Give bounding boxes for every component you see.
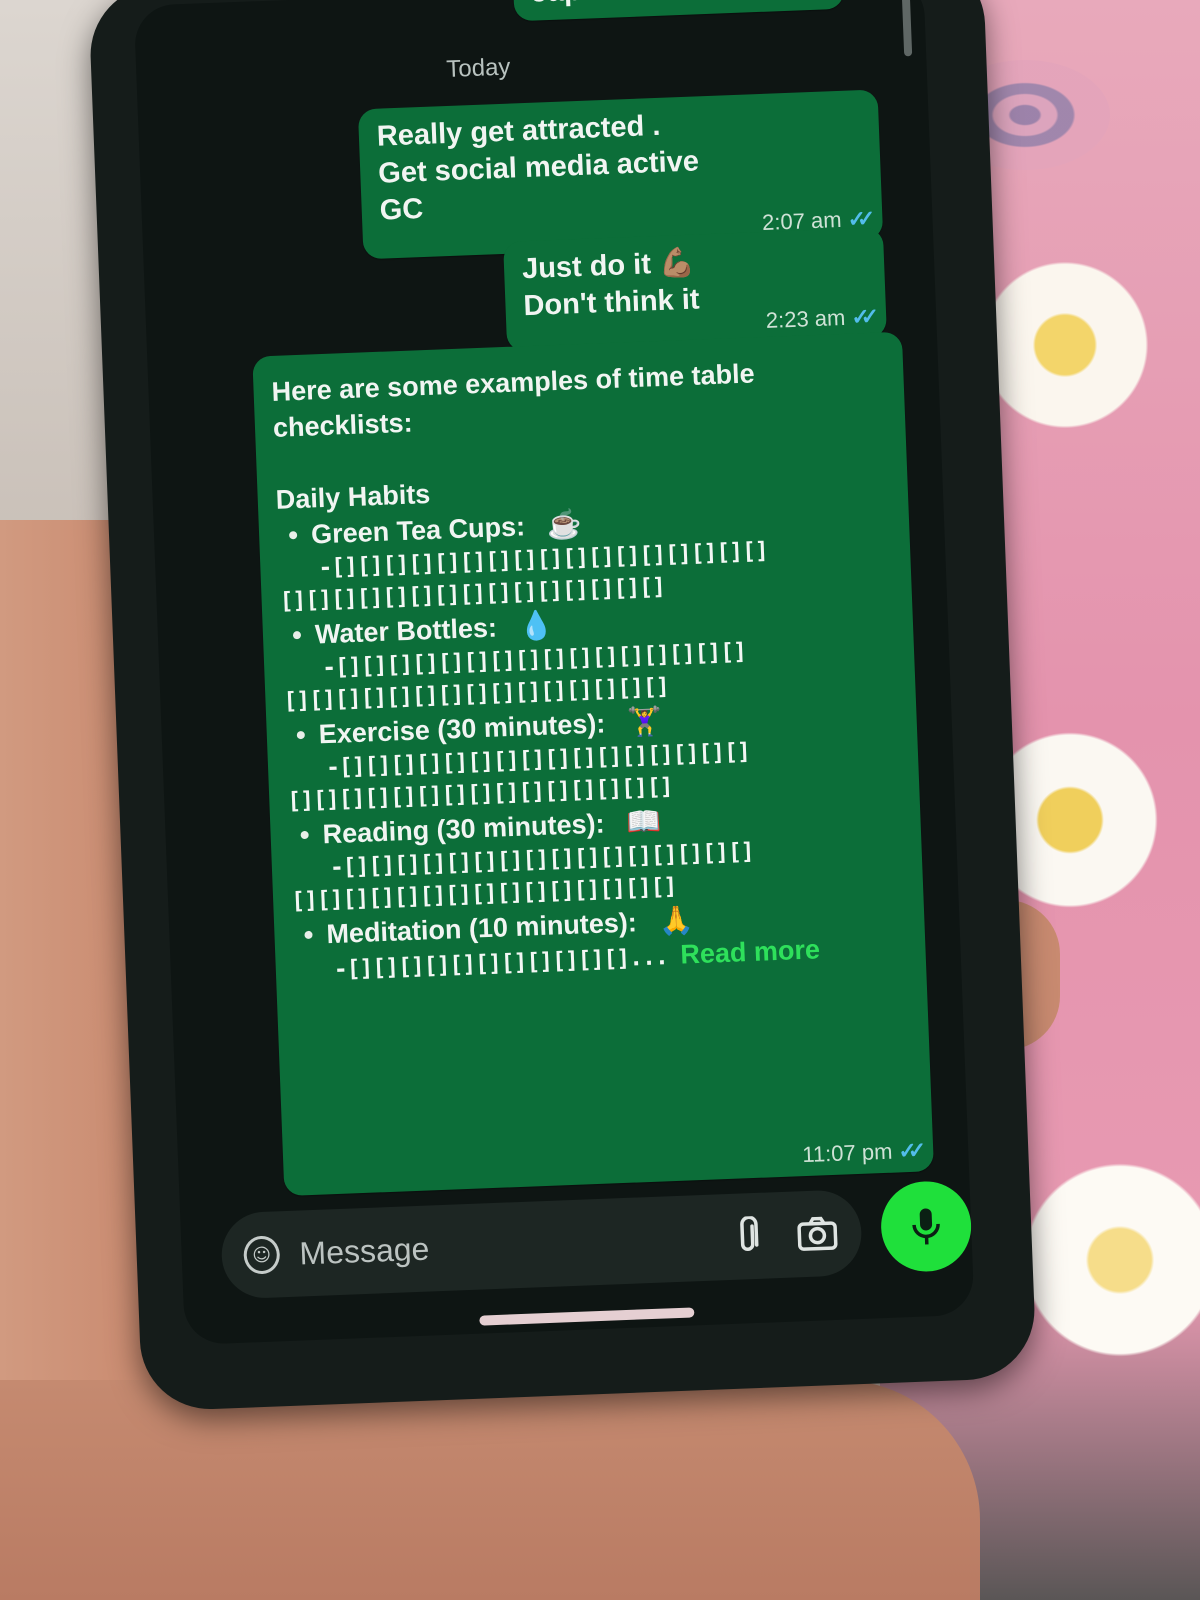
paperclip-icon[interactable] [720,1207,774,1265]
tea-cup-icon: ☕ [546,508,583,541]
water-drop-icon: 💧 [518,609,555,642]
date-separator: Today [445,53,511,83]
bullet-icon [300,830,309,840]
weightlifter-icon: 🏋️‍♀️ [626,705,663,738]
open-book-icon: 📖 [625,805,662,838]
message-meta: 11:07 pm ✓✓ [802,1138,918,1168]
message-time: 2:23 am [765,304,846,333]
bullet-icon [304,930,313,940]
message-text: Just do it 💪🏽 Don't think it [521,246,701,323]
folded-hands-icon: 🙏 [658,904,695,937]
double-check-icon: ✓✓ [897,1137,918,1164]
phone-device: Japan Today Really get attracted . Get s… [87,0,1038,1412]
sticker-icon[interactable]: ☺ [243,1235,281,1275]
microphone-icon[interactable] [879,1179,973,1274]
camera-icon[interactable] [790,1205,844,1263]
previous-message-text: Japan [531,0,616,12]
hand-fingers [0,1380,980,1600]
previous-message-bubble[interactable]: Japan [511,0,845,22]
bullet-icon [296,730,305,740]
checkbox-row-text: -[][][][][][][][][][][]... [333,944,669,983]
message-input[interactable] [296,1217,722,1274]
bullet-icon [292,631,302,640]
home-indicator[interactable] [479,1307,695,1326]
scrollbar[interactable] [901,0,913,57]
bullet-icon [288,531,298,540]
message-meta: 2:23 am ✓✓ [765,304,870,334]
double-check-icon: ✓✓ [850,303,871,330]
message-composer: ☺ [220,1188,863,1300]
message-content: Here are some examples of time table che… [271,350,910,987]
outgoing-message-bubble[interactable]: Just do it 💪🏽 Don't think it 2:23 am ✓✓ [503,227,887,352]
message-text: Really get attracted . Get social media … [376,109,700,227]
read-more-link[interactable]: Read more [680,934,821,969]
outgoing-message-bubble[interactable]: Here are some examples of time table che… [252,331,935,1197]
message-time: 11:07 pm [801,1138,893,1168]
chat-screen[interactable]: Japan Today Really get attracted . Get s… [133,0,975,1345]
